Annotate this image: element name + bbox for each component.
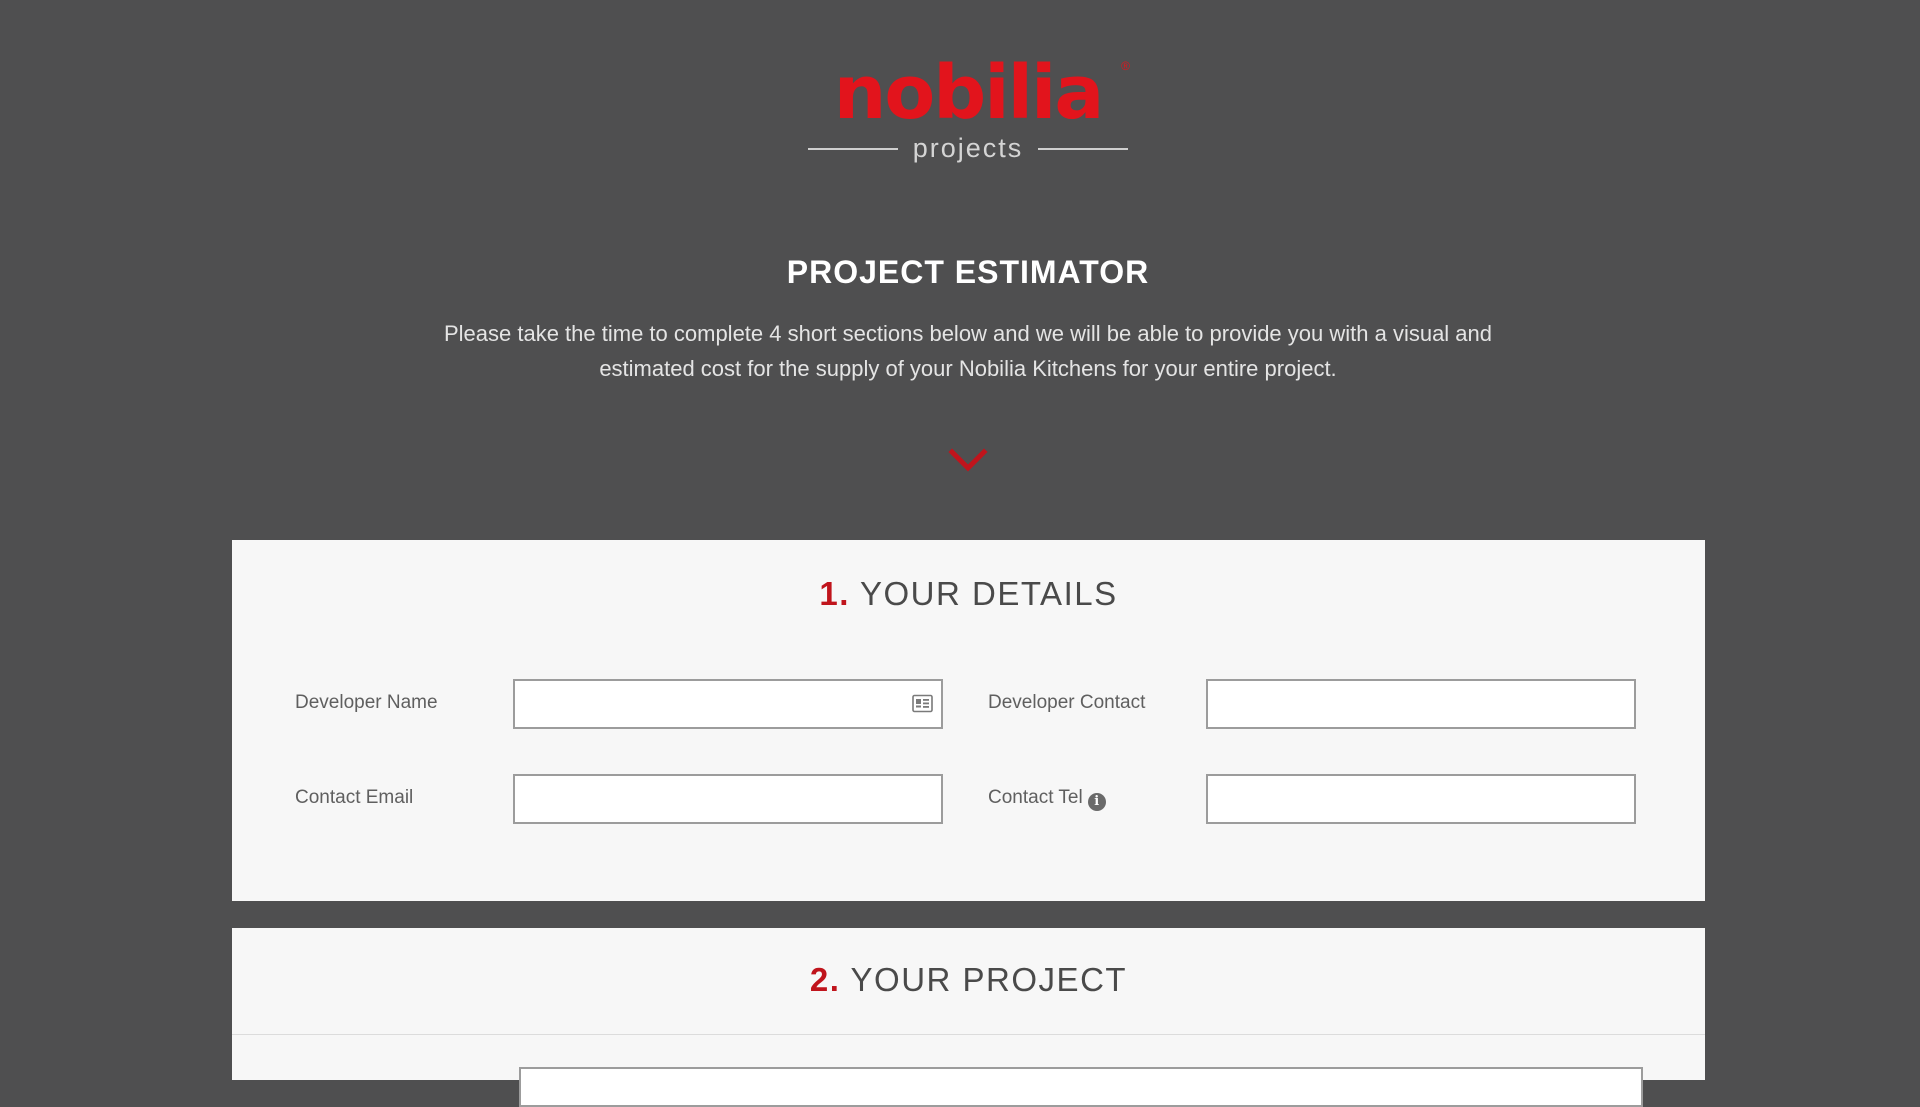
chevron-down-icon[interactable] [948, 446, 988, 474]
developer-contact-label: Developer Contact [988, 692, 1146, 713]
intro-text: Please take the time to complete 4 short… [400, 316, 1536, 386]
intro-line-1: Please take the time to complete 4 short… [443, 321, 1493, 346]
logo-subtitle: projects [806, 128, 1130, 163]
logo-wordmark: nobilia [833, 50, 1105, 136]
contact-email-label: Contact Email [295, 787, 414, 808]
contact-tel-input[interactable] [1206, 774, 1636, 824]
developer-name-label: Developer Name [295, 692, 438, 713]
developer-name-input[interactable] [513, 679, 943, 729]
contact-card-icon[interactable] [912, 694, 933, 713]
section-title-text: YOUR DETAILS [860, 575, 1118, 612]
section-your-details: 1. YOUR DETAILS Developer Name Developer… [232, 540, 1705, 901]
registered-mark: ® [1121, 59, 1130, 73]
section-title: 2. YOUR PROJECT [232, 958, 1705, 1002]
section-title: 1. YOUR DETAILS [232, 572, 1705, 616]
section-your-project: 2. YOUR PROJECT [232, 928, 1705, 1107]
nobilia-projects-logo[interactable]: nobilia ® projects [806, 50, 1130, 163]
section-divider [232, 1034, 1705, 1035]
contact-email-input[interactable] [513, 774, 943, 824]
intro-line-2: estimated cost for the supply of your No… [599, 356, 1337, 381]
section-title-text: YOUR PROJECT [850, 961, 1128, 998]
info-icon[interactable]: i [1087, 793, 1106, 811]
section-number: 2. [809, 961, 841, 998]
page-header: nobilia ® projects PROJECT ESTIMATOR Ple… [0, 0, 1920, 540]
project-input[interactable] [519, 1067, 1643, 1107]
section-number: 1. [819, 575, 850, 612]
page-title: PROJECT ESTIMATOR [786, 254, 1150, 290]
developer-contact-input[interactable] [1206, 679, 1636, 729]
contact-tel-label: Contact Tel i [988, 786, 1106, 811]
logo-line-right [1038, 148, 1128, 150]
contact-tel-label-text: Contact Tel [988, 787, 1083, 808]
